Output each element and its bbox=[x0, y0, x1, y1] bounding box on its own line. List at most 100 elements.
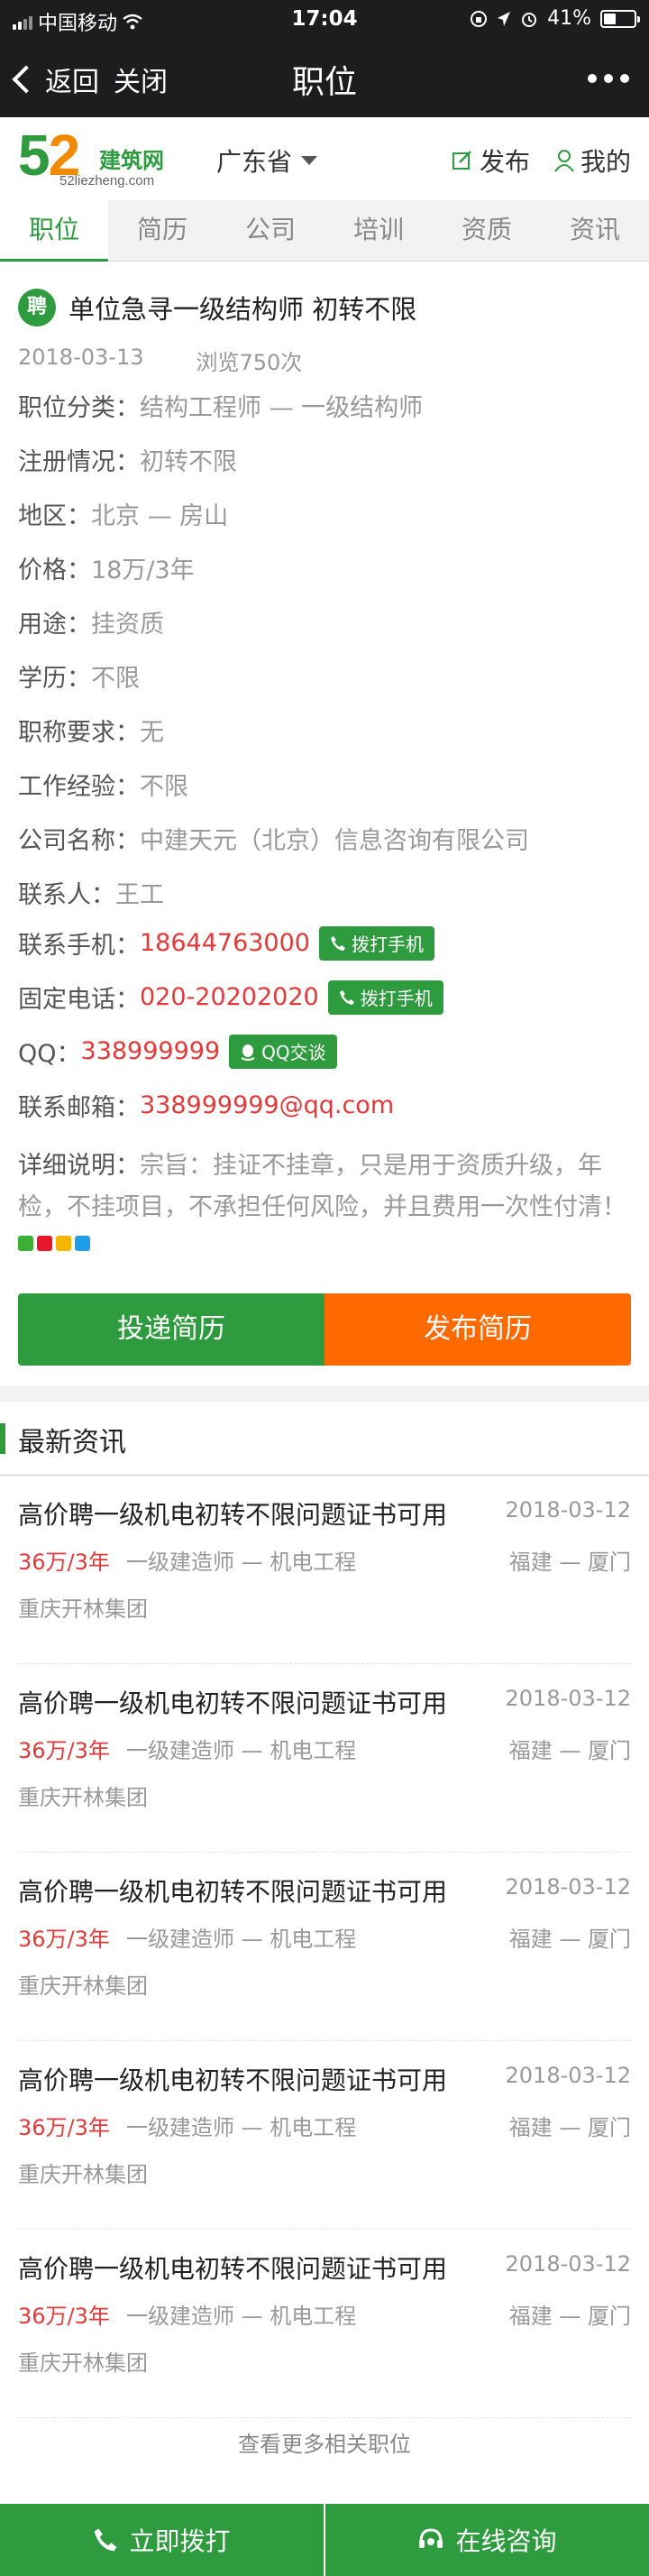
phone-number[interactable]: 020-20202020 bbox=[140, 983, 319, 1011]
news-item[interactable]: 高价聘一级机电初转不限问题证书可用 2018-03-12 36万/3年 一级建造… bbox=[18, 1853, 631, 2041]
field-label: 详细说明： bbox=[18, 1152, 140, 1180]
qq-chat-button[interactable]: QQ交谈 bbox=[229, 1034, 337, 1069]
news-price: 36万/3年 bbox=[18, 1738, 110, 1763]
tab-jobs[interactable]: 职位 bbox=[0, 200, 108, 262]
field-qq: QQ： 338999999 QQ交谈 bbox=[18, 1034, 337, 1069]
field-label: 价格： bbox=[18, 557, 91, 584]
status-bar: 中国移动 17:04 41% bbox=[0, 0, 649, 40]
job-meta: 2018-03-13 浏览750次 bbox=[18, 345, 302, 376]
field-label: 公司名称： bbox=[18, 827, 140, 855]
news-date: 2018-03-12 bbox=[505, 2251, 631, 2277]
qq-chat-label: QQ交谈 bbox=[261, 1042, 326, 1063]
news-category: 一级建造师 — 机电工程 bbox=[126, 1738, 357, 1763]
qq-share-icon[interactable] bbox=[75, 1236, 90, 1251]
field-value: 挂资质 bbox=[91, 611, 164, 639]
field-value: 中建天元（北京）信息咨询有限公司 bbox=[140, 827, 529, 855]
page-title: 职位 bbox=[291, 64, 357, 101]
news-price: 36万/3年 bbox=[18, 1927, 110, 1952]
share-icons bbox=[18, 1236, 90, 1251]
call-mobile-button[interactable]: 拨打手机 bbox=[318, 925, 434, 961]
publish-button[interactable]: 发布 bbox=[451, 143, 530, 179]
qzone-share-icon[interactable] bbox=[56, 1236, 71, 1251]
submit-resume-button[interactable]: 投递简历 bbox=[18, 1293, 324, 1366]
news-date: 2018-03-12 bbox=[505, 1686, 631, 1711]
field-label: 学历： bbox=[18, 665, 91, 693]
news-price: 36万/3年 bbox=[18, 2115, 110, 2140]
news-location: 福建 — 厦门 bbox=[508, 1927, 631, 1952]
field-label: 联系邮箱： bbox=[18, 1094, 140, 1122]
weibo-share-icon[interactable] bbox=[37, 1236, 52, 1251]
province-selector[interactable]: 广东省 bbox=[216, 143, 318, 179]
tab-resumes[interactable]: 简历 bbox=[108, 200, 216, 261]
more-jobs-link[interactable]: 查看更多相关职位 bbox=[0, 2417, 649, 2471]
call-now-button[interactable]: 立即拨打 bbox=[0, 2504, 324, 2576]
field-experience: 工作经验： 不限 bbox=[18, 767, 188, 802]
field-region: 地区： 北京 — 房山 bbox=[18, 496, 228, 531]
news-company: 重庆开林集团 bbox=[18, 2162, 148, 2187]
field-title-requirement: 职称要求：无 bbox=[18, 713, 164, 748]
news-category: 一级建造师 — 机电工程 bbox=[126, 2304, 357, 2329]
news-title: 高价聘一级机电初转不限问题证书可用 bbox=[18, 1688, 448, 1718]
news-item[interactable]: 高价聘一级机电初转不限问题证书可用 2018-03-12 36万/3年 一级建造… bbox=[18, 2230, 631, 2418]
news-company: 重庆开林集团 bbox=[18, 1973, 148, 1999]
field-label: 联系人： bbox=[18, 881, 115, 909]
edit-icon bbox=[452, 151, 471, 170]
qq-number[interactable]: 338999999 bbox=[81, 1037, 221, 1065]
email-address[interactable]: 338999999@qq.com bbox=[140, 1091, 394, 1119]
field-value: 不限 bbox=[91, 665, 140, 693]
tab-companies[interactable]: 公司 bbox=[216, 200, 324, 261]
mine-button[interactable]: 我的 bbox=[553, 143, 631, 179]
call-phone-button[interactable]: 拨打手机 bbox=[327, 980, 443, 1015]
alarm-icon bbox=[522, 12, 537, 27]
news-heading: 最新资讯 bbox=[18, 1427, 126, 1458]
online-consult-button[interactable]: 在线咨询 bbox=[324, 2504, 649, 2576]
news-date: 2018-03-12 bbox=[505, 1497, 631, 1523]
dot-icon bbox=[588, 74, 597, 83]
news-item[interactable]: 高价聘一级机电初转不限问题证书可用 2018-03-12 36万/3年 一级建造… bbox=[18, 2041, 631, 2230]
tab-qualifications[interactable]: 资质 bbox=[433, 200, 541, 261]
more-menu-button[interactable] bbox=[588, 74, 629, 83]
news-item[interactable]: 高价聘一级机电初转不限问题证书可用 2018-03-12 36万/3年 一级建造… bbox=[18, 1476, 631, 1664]
news-category: 一级建造师 — 机电工程 bbox=[126, 2115, 357, 2140]
mobile-number[interactable]: 18644763000 bbox=[140, 929, 310, 957]
qq-icon bbox=[241, 1044, 255, 1061]
field-label: 职称要求： bbox=[18, 719, 140, 747]
bottom-action-bar: 立即拨打 在线咨询 bbox=[0, 2504, 649, 2576]
news-title: 高价聘一级机电初转不限问题证书可用 bbox=[18, 1500, 448, 1530]
location-icon bbox=[498, 11, 511, 26]
headset-icon bbox=[419, 2528, 443, 2548]
phone-icon bbox=[95, 2528, 117, 2552]
field-label: 工作经验： bbox=[18, 773, 140, 801]
hiring-badge: 聘 bbox=[18, 289, 56, 327]
online-consult-label: 在线咨询 bbox=[455, 2526, 557, 2556]
news-company: 重庆开林集团 bbox=[18, 2351, 148, 2376]
field-label: 地区： bbox=[18, 502, 91, 530]
field-registration: 注册情况： 初转不限 bbox=[18, 442, 237, 477]
wechat-share-icon[interactable] bbox=[18, 1236, 33, 1251]
job-title-row: 聘 单位急寻一级结构师 初转不限 bbox=[18, 289, 416, 327]
news-location: 福建 — 厦门 bbox=[508, 2115, 631, 2140]
site-logo[interactable]: 52 建筑网 52liezheng.com bbox=[18, 123, 171, 191]
news-location: 福建 — 厦门 bbox=[508, 2304, 631, 2329]
field-mobile: 联系手机： 18644763000 拨打手机 bbox=[18, 925, 434, 961]
post-resume-button[interactable]: 发布简历 bbox=[324, 1293, 631, 1366]
logo-text: 建筑网 bbox=[99, 148, 164, 173]
field-value: 无 bbox=[140, 719, 164, 747]
lock-rotation-icon bbox=[471, 10, 488, 27]
field-value: 初转不限 bbox=[140, 448, 237, 476]
call-phone-label: 拨打手机 bbox=[360, 988, 433, 1009]
news-category: 一级建造师 — 机电工程 bbox=[126, 1550, 357, 1575]
job-title: 单位急寻一级结构师 初转不限 bbox=[69, 294, 417, 325]
field-company: 公司名称： 中建天元（北京）信息咨询有限公司 bbox=[18, 821, 529, 856]
battery-percent: 41% bbox=[547, 7, 591, 30]
field-value: 北京 — 房山 bbox=[91, 502, 229, 530]
category-tabs: 职位 简历 公司 培训 资质 资讯 bbox=[0, 200, 649, 262]
tab-news[interactable]: 资讯 bbox=[541, 200, 649, 261]
news-price: 36万/3年 bbox=[18, 1550, 110, 1575]
news-title: 高价聘一级机电初转不限问题证书可用 bbox=[18, 1877, 448, 1907]
news-category: 一级建造师 — 机电工程 bbox=[126, 1927, 357, 1952]
section-accent-bar bbox=[0, 1423, 5, 1454]
field-label: 职位分类： bbox=[18, 394, 140, 422]
news-item[interactable]: 高价聘一级机电初转不限问题证书可用 2018-03-12 36万/3年 一级建造… bbox=[18, 1664, 631, 1853]
tab-training[interactable]: 培训 bbox=[324, 200, 433, 261]
